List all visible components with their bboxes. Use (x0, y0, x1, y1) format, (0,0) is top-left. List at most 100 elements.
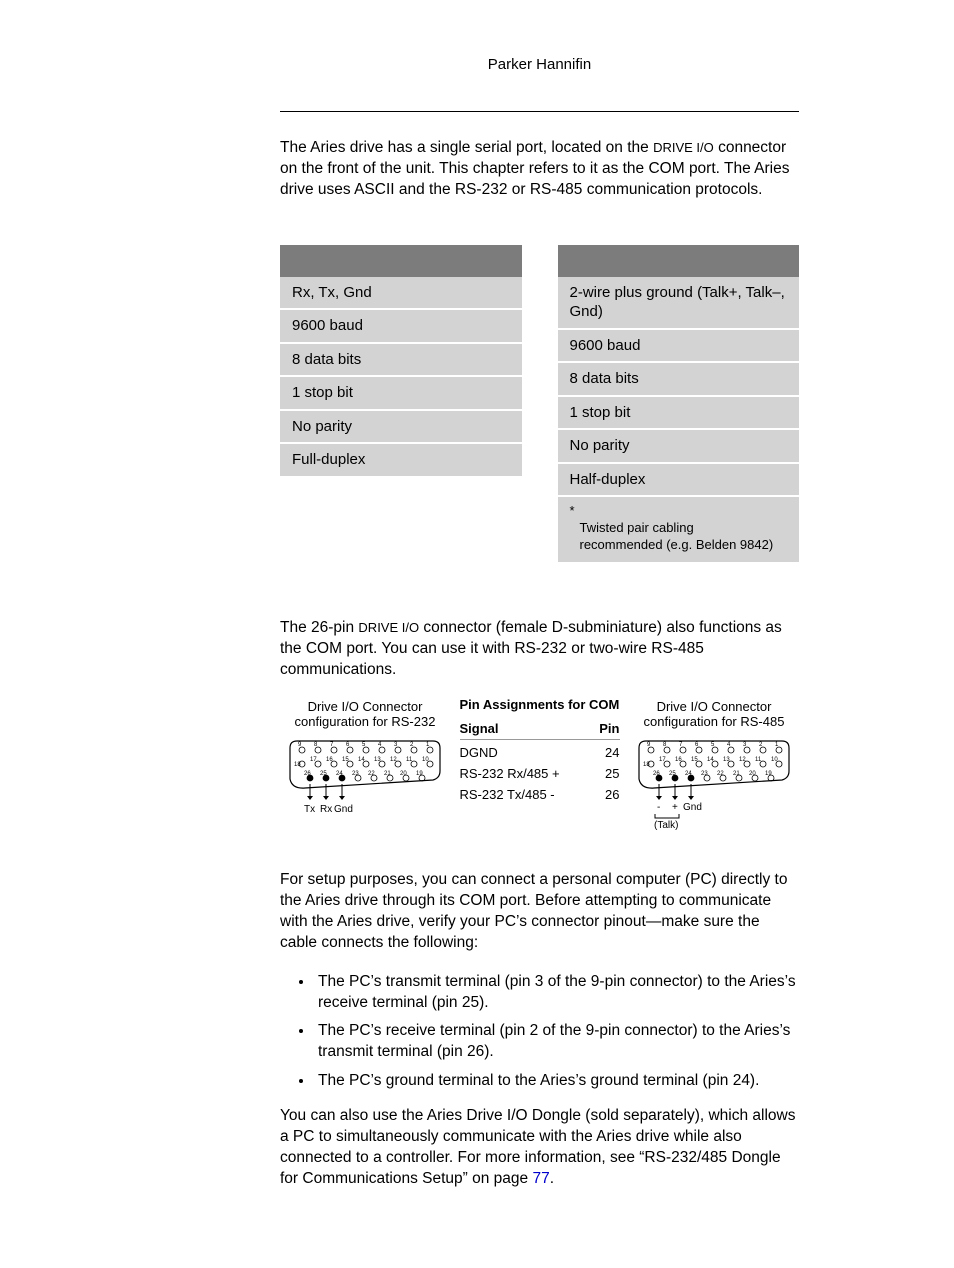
svg-text:22: 22 (717, 771, 724, 777)
page: Parker Hannifin The Aries drive has a si… (0, 0, 954, 1268)
svg-text:13: 13 (723, 757, 730, 763)
rs485-note-star: * (570, 503, 575, 520)
list-item: The PC’s ground terminal to the Aries’s … (314, 1071, 799, 1092)
svg-text:26: 26 (653, 771, 660, 777)
diagrams-row: Drive I/O Connector configuration for RS… (280, 699, 799, 834)
mid-text-1: The 26-pin (280, 619, 358, 636)
rs485-caption-l2: configuration for RS-485 (644, 714, 785, 729)
svg-text:18: 18 (294, 762, 301, 768)
rs232-row: No parity (280, 409, 522, 443)
rs485-connector-diagram: 9 8 7 6 5 4 3 2 1 18 17 16 15 14 13 (629, 736, 799, 834)
svg-text:22: 22 (368, 771, 375, 777)
rs232-row: 8 data bits (280, 342, 522, 376)
rs232-table-header (280, 245, 522, 277)
intro-text-1: The Aries drive has a single serial port… (280, 139, 653, 156)
svg-text:18: 18 (643, 762, 650, 768)
rs232-rx-label: Rx (320, 804, 332, 815)
page-header: Parker Hannifin (280, 56, 799, 73)
pin-assignment-table: Pin Assignments for COM Signal Pin DGND … (460, 697, 620, 805)
svg-text:11: 11 (755, 757, 762, 763)
svg-text:26: 26 (304, 771, 311, 777)
svg-text:12: 12 (739, 757, 746, 763)
pin-table-header-signal: Signal (460, 721, 499, 736)
setup-bullet-list: The PC’s transmit terminal (pin 3 of the… (314, 972, 799, 1093)
rs232-caption: Drive I/O Connector configuration for RS… (280, 699, 450, 730)
svg-text:24: 24 (336, 771, 343, 777)
pin-number: 25 (605, 766, 619, 781)
svg-text:24: 24 (685, 771, 692, 777)
svg-text:13: 13 (374, 757, 381, 763)
rs485-caption-l1: Drive I/O Connector (657, 699, 772, 714)
svg-text:11: 11 (406, 757, 413, 763)
svg-text:+: + (672, 802, 678, 813)
pin-table-title: Pin Assignments for COM (460, 697, 620, 712)
rs232-tx-label: Tx (304, 804, 315, 815)
tail-text-2: . (550, 1170, 554, 1187)
pin-table-row: RS-232 Rx/485 + 25 (460, 763, 620, 784)
svg-text:10: 10 (771, 757, 778, 763)
svg-text:10: 10 (422, 757, 429, 763)
intro-paragraph: The Aries drive has a single serial port… (280, 138, 799, 201)
svg-text:19: 19 (765, 771, 772, 777)
rs485-row: 8 data bits (558, 361, 800, 395)
rs232-row: 9600 baud (280, 308, 522, 342)
rs232-row: Full-duplex (280, 442, 522, 476)
svg-text:25: 25 (320, 771, 327, 777)
rs485-note-body: Twisted pair cabling recommended (e.g. B… (580, 520, 780, 554)
rs232-gnd-label: Gnd (334, 804, 353, 815)
svg-text:23: 23 (352, 771, 359, 777)
pin-number: 26 (605, 787, 619, 802)
rs485-row: No parity (558, 428, 800, 462)
rs485-row: 9600 baud (558, 328, 800, 362)
pin-signal: RS-232 Rx/485 + (460, 766, 560, 781)
svg-text:19: 19 (416, 771, 423, 777)
pin-table-header-pin: Pin (599, 721, 619, 736)
pin-signal: RS-232 Tx/485 - (460, 787, 555, 802)
rs232-connector-block: Drive I/O Connector configuration for RS… (280, 699, 450, 826)
mid-paragraph: The 26-pin DRIVE I/O connector (female D… (280, 618, 799, 681)
svg-text:16: 16 (675, 757, 682, 763)
svg-text:20: 20 (749, 771, 756, 777)
svg-text:12: 12 (390, 757, 397, 763)
horizontal-rule (280, 111, 799, 112)
svg-text:21: 21 (733, 771, 740, 777)
pin-table-row: RS-232 Tx/485 - 26 (460, 784, 620, 805)
svg-text:17: 17 (310, 757, 317, 763)
spec-tables-row: Rx, Tx, Gnd 9600 baud 8 data bits 1 stop… (280, 245, 799, 562)
svg-text:21: 21 (384, 771, 391, 777)
pin-number: 24 (605, 745, 619, 760)
rs232-row: 1 stop bit (280, 375, 522, 409)
svg-text:17: 17 (659, 757, 666, 763)
svg-text:Gnd: Gnd (683, 802, 702, 813)
svg-text:20: 20 (400, 771, 407, 777)
list-item: The PC’s receive terminal (pin 2 of the … (314, 1021, 799, 1063)
rs485-note: * Twisted pair cabling recommended (e.g.… (558, 495, 800, 562)
rs485-table-header (558, 245, 800, 277)
svg-text:16: 16 (326, 757, 333, 763)
pin-table-header: Signal Pin (460, 718, 620, 740)
svg-text:23: 23 (701, 771, 708, 777)
mid-smallcaps: DRIVE I/O (358, 620, 419, 635)
pin-table-row: DGND 24 (460, 742, 620, 763)
rs485-table: 2-wire plus ground (Talk+, Talk–, Gnd) 9… (558, 245, 800, 562)
list-item: The PC’s transmit terminal (pin 3 of the… (314, 972, 799, 1014)
rs232-caption-l2: configuration for RS-232 (295, 714, 436, 729)
rs232-table: Rx, Tx, Gnd 9600 baud 8 data bits 1 stop… (280, 245, 522, 562)
intro-smallcaps: DRIVE I/O (653, 140, 714, 155)
rs485-caption: Drive I/O Connector configuration for RS… (629, 699, 799, 730)
svg-text:-: - (657, 802, 660, 813)
rs232-connector-diagram: 9 8 7 6 5 4 3 2 1 18 17 16 15 14 (280, 736, 450, 826)
rs485-row: Half-duplex (558, 462, 800, 496)
pin-signal: DGND (460, 745, 498, 760)
svg-text:14: 14 (707, 757, 714, 763)
rs232-row: Rx, Tx, Gnd (280, 277, 522, 309)
svg-text:(Talk): (Talk) (654, 820, 678, 831)
page-link-77[interactable]: 77 (532, 1170, 549, 1187)
svg-text:14: 14 (358, 757, 365, 763)
rs232-caption-l1: Drive I/O Connector (308, 699, 423, 714)
svg-text:25: 25 (669, 771, 676, 777)
setup-paragraph: For setup purposes, you can connect a pe… (280, 870, 799, 954)
svg-text:15: 15 (342, 757, 349, 763)
rs485-row: 1 stop bit (558, 395, 800, 429)
rs485-row: 2-wire plus ground (Talk+, Talk–, Gnd) (558, 277, 800, 328)
